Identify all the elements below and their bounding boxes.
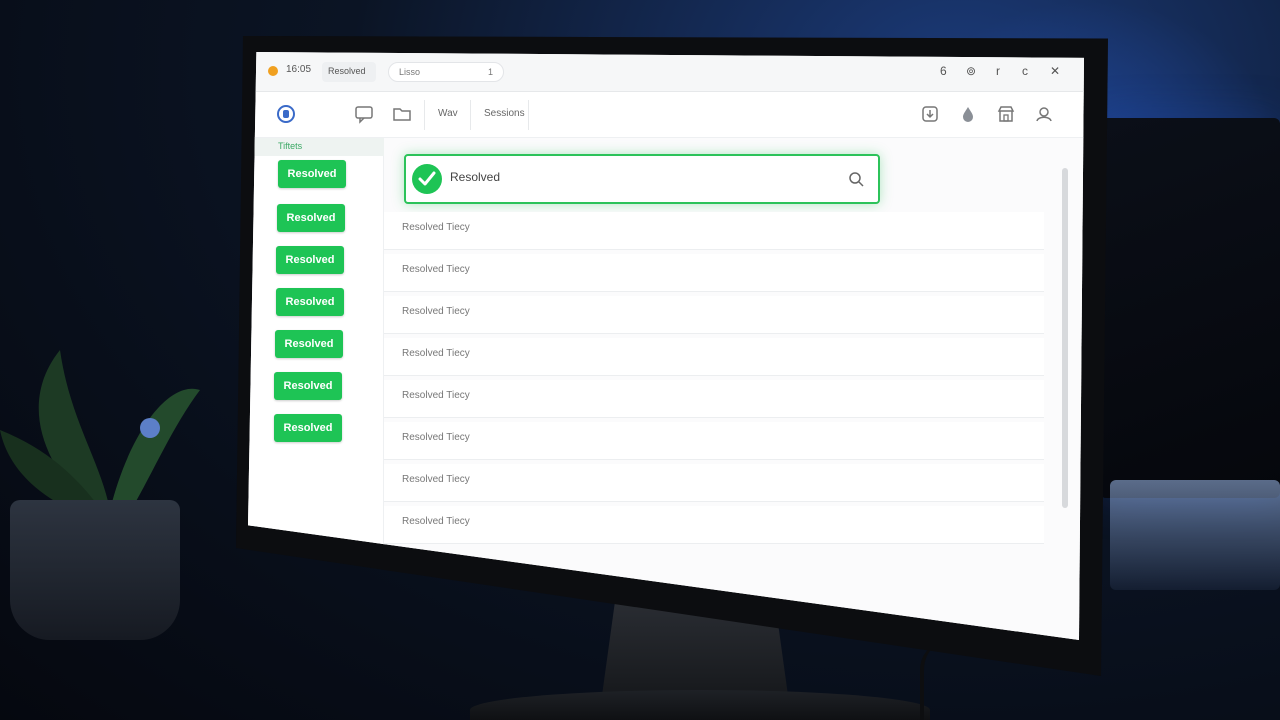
title-search-value: Lisso xyxy=(399,67,421,77)
chat-icon[interactable] xyxy=(354,104,374,124)
search-value: Resolved xyxy=(450,170,501,184)
scrollbar[interactable] xyxy=(1062,168,1068,508)
list-item[interactable]: Resolved Tiecy xyxy=(384,338,1044,376)
download-icon[interactable] xyxy=(920,104,940,124)
list-item[interactable]: Resolved Tiecy xyxy=(384,464,1044,502)
app-logo-icon[interactable] xyxy=(276,104,296,124)
plant-pot xyxy=(10,500,180,640)
title-search-input[interactable]: Lisso 1 xyxy=(388,62,504,82)
list-item[interactable]: Resolved Tiecy xyxy=(384,422,1044,460)
list-item[interactable]: Resolved Tiecy xyxy=(384,212,1044,250)
resolved-status-button[interactable]: Resolved xyxy=(274,372,342,400)
resolved-status-button[interactable]: Resolved xyxy=(277,204,345,232)
sidebar-header: Tiftets xyxy=(248,138,384,156)
app-tab[interactable]: Resolved xyxy=(322,62,376,82)
resolved-status-button[interactable]: Resolved xyxy=(276,288,344,316)
title-control-3[interactable]: r xyxy=(996,64,1000,78)
folder-icon[interactable] xyxy=(392,104,412,124)
resolved-status-button[interactable]: Resolved xyxy=(278,160,346,188)
background-desk-light xyxy=(1110,480,1280,590)
monitor-stand-base xyxy=(470,690,930,720)
search-input[interactable]: Resolved xyxy=(404,154,880,204)
close-button[interactable]: ✕ xyxy=(1050,64,1060,78)
resolved-status-button[interactable]: Resolved xyxy=(274,414,342,442)
title-control-1[interactable]: 6 xyxy=(940,64,947,78)
resolved-status-button[interactable]: Resolved xyxy=(276,246,344,274)
list-item[interactable]: Resolved Tiecy xyxy=(384,380,1044,418)
list-item[interactable]: Resolved Tiecy xyxy=(384,254,1044,292)
window-status-dot xyxy=(268,66,278,76)
resolved-status-button[interactable]: Resolved xyxy=(275,330,343,358)
title-control-4[interactable]: c xyxy=(1022,64,1028,78)
search-icon[interactable] xyxy=(848,171,864,187)
check-icon xyxy=(412,164,442,194)
toolbar: Wav Sessions xyxy=(248,92,1084,138)
background-monitor xyxy=(1100,118,1280,498)
drop-icon[interactable] xyxy=(958,104,978,124)
title-bar: 16:05 Resolved Lisso 1 6 ⊚ r c ✕ xyxy=(248,52,1084,92)
toolbar-divider xyxy=(470,100,471,130)
user-icon[interactable] xyxy=(1034,104,1054,124)
list-item[interactable]: Resolved Tiecy xyxy=(384,506,1044,544)
store-icon[interactable] xyxy=(996,104,1016,124)
title-control-2[interactable]: ⊚ xyxy=(966,64,976,78)
toolbar-item-wav[interactable]: Wav xyxy=(438,108,458,119)
toolbar-divider xyxy=(528,100,529,130)
toolbar-divider xyxy=(424,100,425,130)
list-item[interactable]: Resolved Tiecy xyxy=(384,296,1044,334)
toolbar-item-sessions[interactable]: Sessions xyxy=(484,108,525,119)
title-search-clear[interactable]: 1 xyxy=(488,67,493,77)
clock-text: 16:05 xyxy=(286,64,312,75)
